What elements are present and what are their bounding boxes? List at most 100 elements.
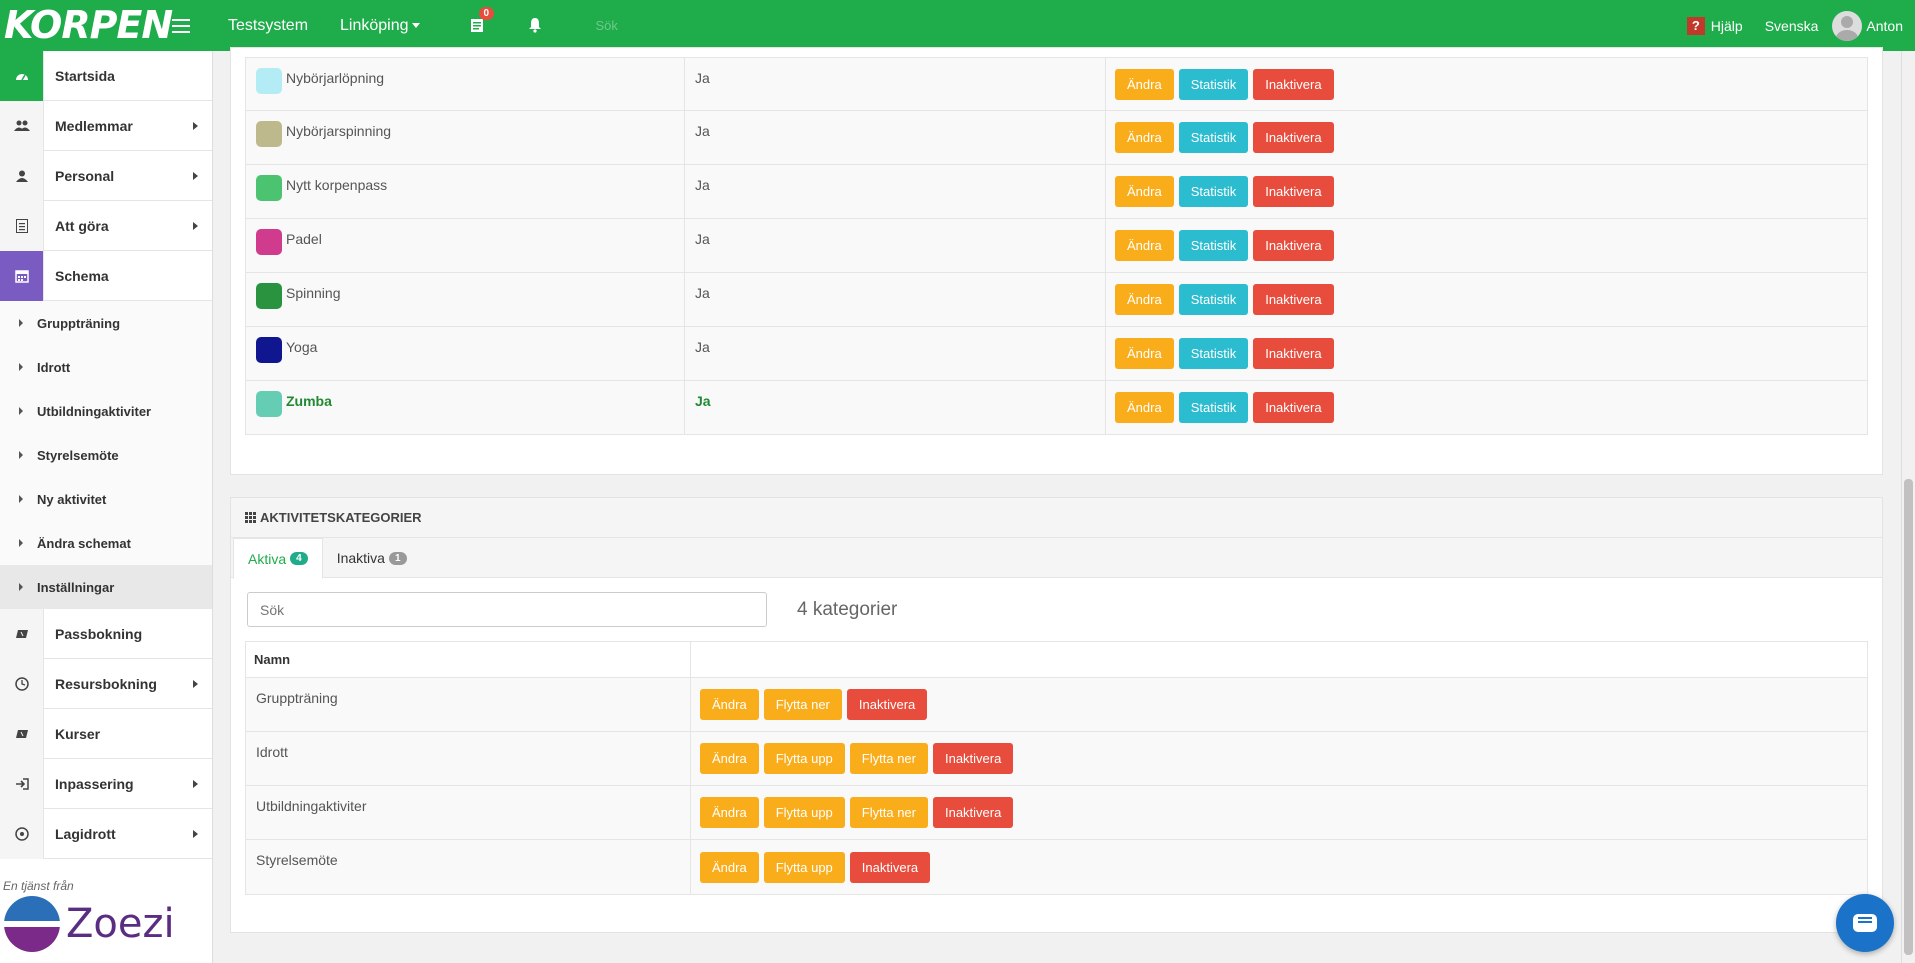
help-icon[interactable]: ? xyxy=(1686,16,1705,35)
deactivate-button[interactable]: Inaktivera xyxy=(1253,176,1334,207)
table-row: Padel Ja Ändra Statistik Inaktivera xyxy=(245,219,1868,273)
sidebar-item-lagidrott[interactable]: Lagidrott xyxy=(0,808,212,859)
sidebar-item-label: Startsida xyxy=(55,67,115,84)
statistics-button[interactable]: Statistik xyxy=(1178,230,1249,261)
clock-icon xyxy=(0,658,44,709)
sidebar: Startsida Medlemmar Personal Att göra Sc… xyxy=(0,50,213,963)
move-down-button[interactable]: Flytta ner xyxy=(763,689,842,720)
color-swatch xyxy=(256,121,282,147)
edit-button[interactable]: Ändra xyxy=(700,689,759,720)
sidebar-item-schema[interactable]: Schema xyxy=(0,250,212,301)
search-input[interactable] xyxy=(247,592,767,627)
sidebar-item-att-gora[interactable]: Att göra xyxy=(0,200,212,251)
edit-button[interactable]: Ändra xyxy=(1115,284,1174,315)
deactivate-button[interactable]: Inaktivera xyxy=(932,743,1014,774)
page-scrollbar[interactable] xyxy=(1901,51,1915,963)
location-dropdown[interactable]: Linköping xyxy=(340,17,420,35)
activity-name: Nybörjarlöpning xyxy=(286,70,385,86)
edit-button[interactable]: Ändra xyxy=(1115,68,1174,100)
ticket-icon xyxy=(0,608,44,659)
sidebar-subitem-utbildningaktiviter[interactable]: Utbildningaktiviter xyxy=(0,389,212,433)
statistics-button[interactable]: Statistik xyxy=(1178,68,1249,100)
table-row: Spinning Ja Ändra Statistik Inaktivera xyxy=(245,273,1868,327)
deactivate-button[interactable]: Inaktivera xyxy=(846,689,928,720)
sidebar-subitem-installningar[interactable]: Inställningar xyxy=(0,565,212,609)
chat-button[interactable] xyxy=(1836,894,1894,952)
sidebar-item-medlemmar[interactable]: Medlemmar xyxy=(0,100,212,151)
tab-aktiva[interactable]: Aktiva 4 xyxy=(233,538,323,579)
sidebar-item-passbokning[interactable]: Passbokning xyxy=(0,608,212,659)
edit-button[interactable]: Ändra xyxy=(1115,230,1174,261)
deactivate-button[interactable]: Inaktivera xyxy=(1253,68,1334,100)
statistics-button[interactable]: Statistik xyxy=(1178,176,1249,207)
scrollbar-thumb[interactable] xyxy=(1904,479,1913,955)
deactivate-button[interactable]: Inaktivera xyxy=(932,797,1014,828)
edit-button[interactable]: Ändra xyxy=(700,743,759,774)
user-name[interactable]: Anton xyxy=(1866,18,1903,34)
categories-title: AKTIVITETSKATEGORIER xyxy=(260,510,422,525)
deactivate-button[interactable]: Inaktivera xyxy=(1253,392,1334,423)
topbar-right: ? Hjälp Svenska Anton xyxy=(1686,0,1903,51)
statistics-button[interactable]: Statistik xyxy=(1178,122,1249,153)
deactivate-button[interactable]: Inaktivera xyxy=(1253,122,1334,153)
statistics-button[interactable]: Statistik xyxy=(1178,338,1249,369)
move-down-button[interactable]: Flytta ner xyxy=(849,743,928,774)
user-avatar[interactable] xyxy=(1832,10,1863,41)
move-up-button[interactable]: Flytta upp xyxy=(763,797,845,828)
sidebar-item-label: Lagidrott xyxy=(55,825,116,842)
sidebar-item-personal[interactable]: Personal xyxy=(0,150,212,201)
sidebar-subitem-ny-aktivitet[interactable]: Ny aktivitet xyxy=(0,477,212,521)
table-row: Utbildningaktiviter Ändra Flytta upp Flytt… xyxy=(246,786,1867,840)
edit-button[interactable]: Ändra xyxy=(1115,392,1174,423)
zoezi-brand: Zoezi xyxy=(66,901,175,947)
sidebar-item-inpassering[interactable]: Inpassering xyxy=(0,758,212,809)
edit-button[interactable]: Ändra xyxy=(1115,176,1174,207)
sidebar-item-kurser[interactable]: Kurser xyxy=(0,708,212,759)
menu-toggle-icon[interactable] xyxy=(172,18,190,33)
move-down-button[interactable]: Flytta ner xyxy=(849,797,928,828)
deactivate-button[interactable]: Inaktivera xyxy=(1253,230,1334,261)
move-up-button[interactable]: Flytta upp xyxy=(763,851,845,883)
language-link[interactable]: Svenska xyxy=(1765,18,1819,34)
table-row: Yoga Ja Ändra Statistik Inaktivera xyxy=(245,327,1868,381)
tab-count-badge: 1 xyxy=(388,551,407,565)
football-icon xyxy=(0,808,44,859)
sidebar-item-label: Passbokning xyxy=(55,625,143,642)
sidebar-subitem-gruppträning[interactable]: Gruppträning xyxy=(0,301,212,345)
sidebar-item-resursbokning[interactable]: Resursbokning xyxy=(0,658,212,709)
color-swatch xyxy=(256,175,282,201)
move-up-button[interactable]: Flytta upp xyxy=(763,743,845,774)
system-name[interactable]: Testsystem xyxy=(228,17,308,35)
topbar-search-hint[interactable]: Sök xyxy=(596,18,618,33)
calendar-icon xyxy=(0,250,44,301)
statistics-button[interactable]: Statistik xyxy=(1178,284,1249,315)
chevron-right-icon xyxy=(193,779,198,788)
deactivate-button[interactable]: Inaktivera xyxy=(1253,338,1334,369)
edit-button[interactable]: Ändra xyxy=(700,851,759,883)
edit-button[interactable]: Ändra xyxy=(700,797,759,828)
sidebar-subitem-idrott[interactable]: Idrott xyxy=(0,345,212,389)
korpen-logo[interactable]: KORPEN xyxy=(0,0,173,51)
color-swatch xyxy=(256,68,282,94)
tab-label: Aktiva xyxy=(248,550,287,567)
category-name: Utbildningaktiviter xyxy=(246,786,691,839)
activity-active: Ja xyxy=(685,219,1106,272)
activity-active: Ja xyxy=(685,58,1106,110)
sidebar-subitem-styrelsemote[interactable]: Styrelsemöte xyxy=(0,433,212,477)
tab-inaktiva[interactable]: Inaktiva 1 xyxy=(323,538,421,578)
sidebar-subitem-andra-schemat[interactable]: Ändra schemat xyxy=(0,521,212,565)
notifications-button[interactable] xyxy=(528,17,546,35)
edit-button[interactable]: Ändra xyxy=(1115,122,1174,153)
grid-icon xyxy=(245,512,256,523)
sidebar-item-label: Resursbokning xyxy=(55,675,157,692)
sidebar-item-startsida[interactable]: Startsida xyxy=(0,50,212,101)
notes-button[interactable]: 0 xyxy=(470,6,495,35)
edit-button[interactable]: Ändra xyxy=(1115,338,1174,369)
deactivate-button[interactable]: Inaktivera xyxy=(1253,284,1334,315)
activity-active: Ja xyxy=(685,111,1106,164)
statistics-button[interactable]: Statistik xyxy=(1178,392,1249,423)
dashboard-icon xyxy=(0,50,44,101)
deactivate-button[interactable]: Inaktivera xyxy=(849,851,931,883)
help-link[interactable]: Hjälp xyxy=(1711,18,1743,34)
chevron-right-icon xyxy=(193,221,198,230)
